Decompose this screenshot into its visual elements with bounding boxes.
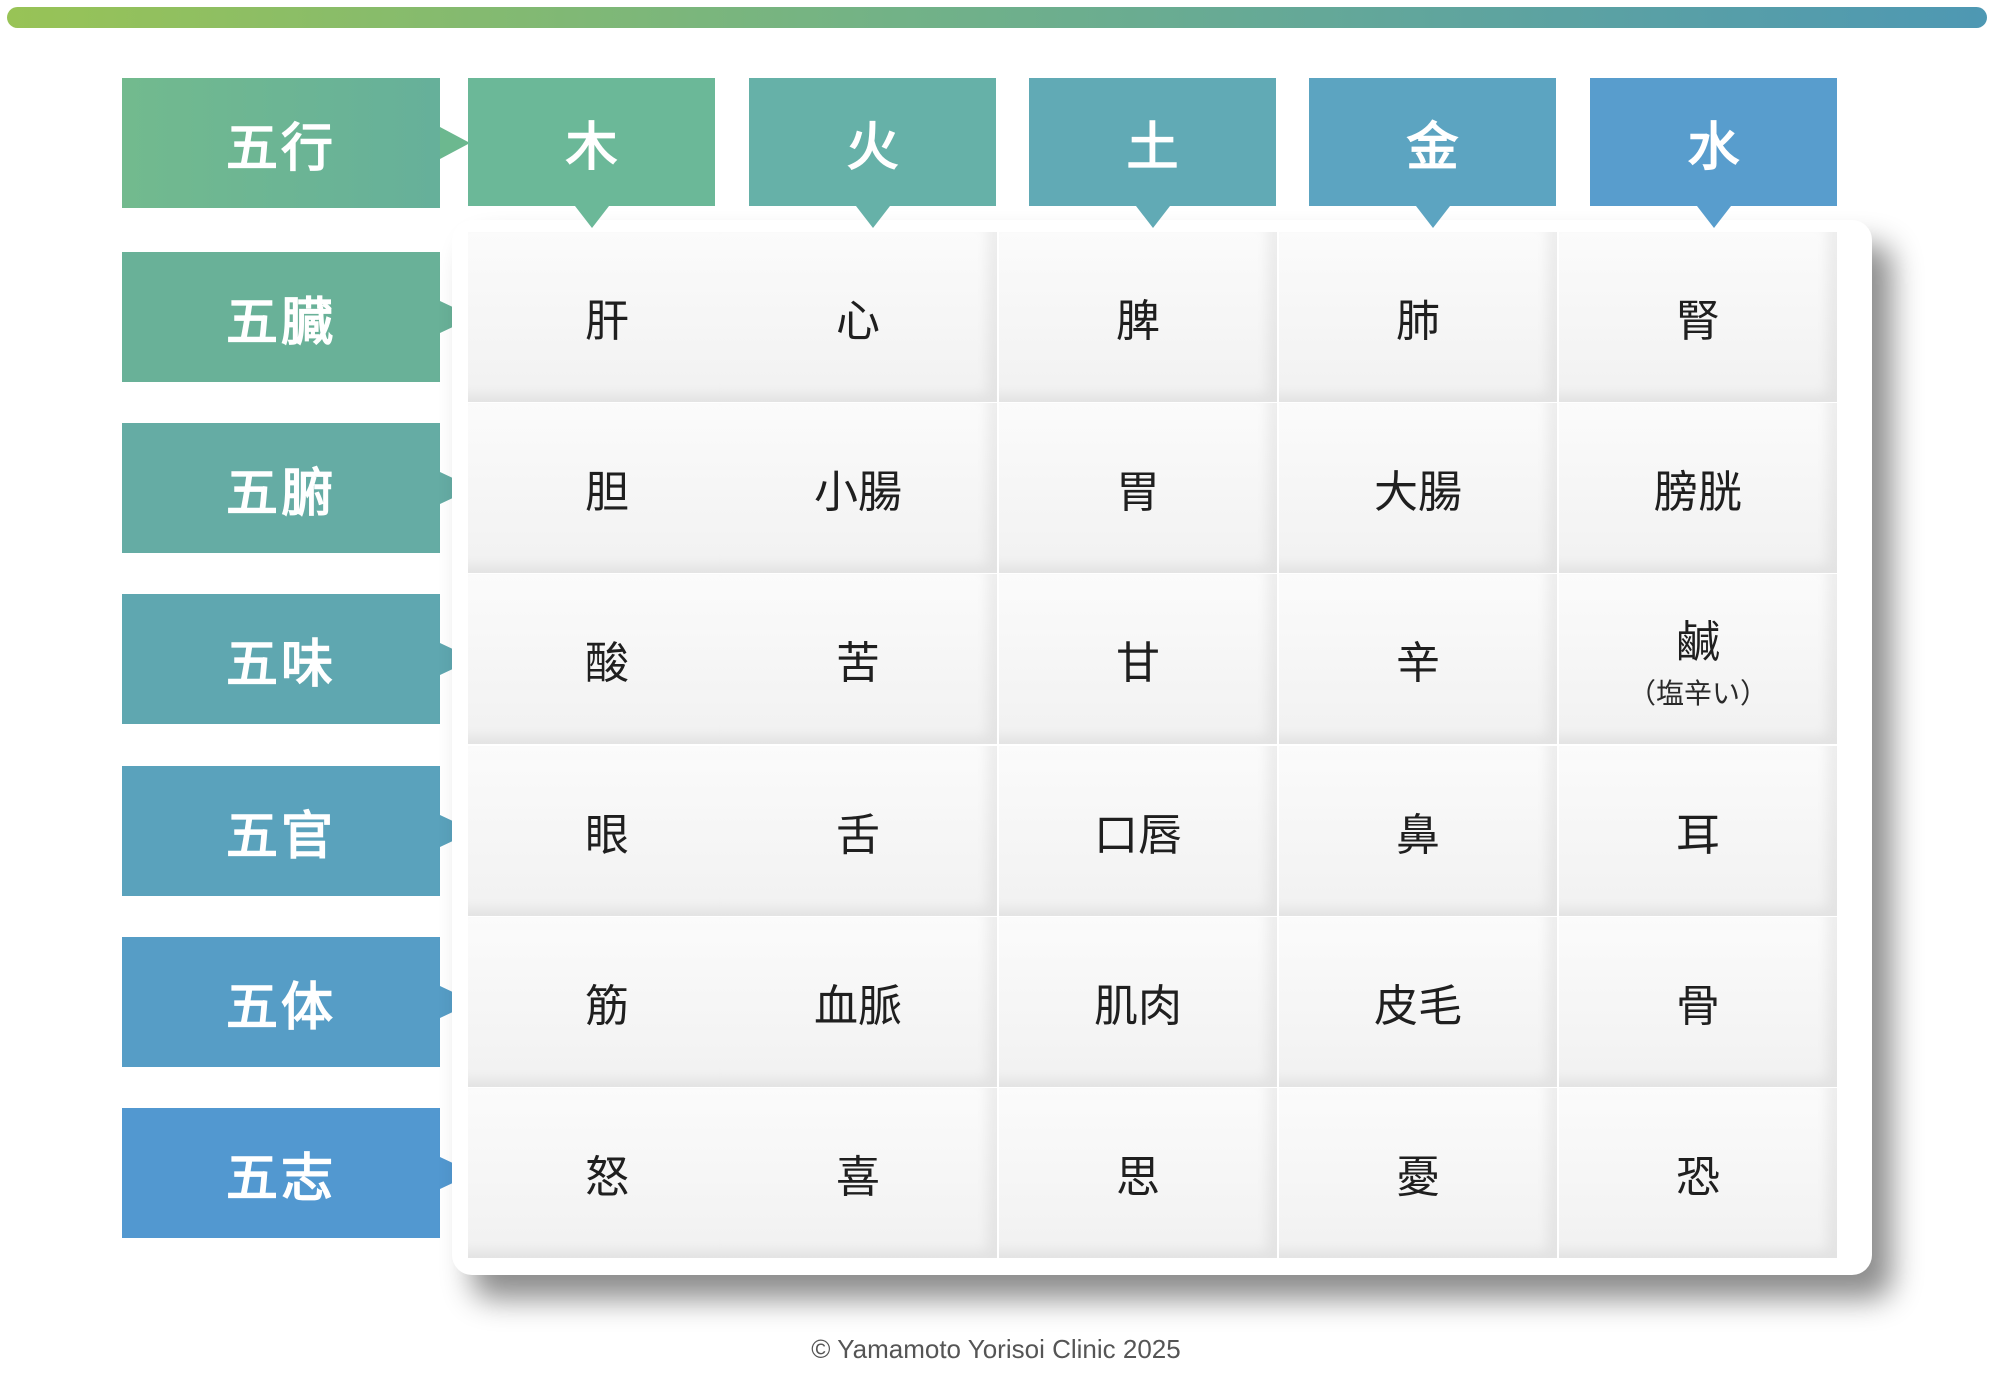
cell-main-text: 膀胱 <box>1654 467 1742 518</box>
cell-sense-organs-metal: 鼻 <box>1279 746 1557 916</box>
cell-main-text: 腎 <box>1676 296 1720 347</box>
cell-tastes-water: 鹹 （塩辛い） <box>1559 574 1837 744</box>
five-elements-diagram: 五行 木火土金水 五臓 肝 心 脾 肺 腎五腑 胆 小腸 胃 大腸 膀胱五味 酸 苦 甘 辛 鹹 （塩辛い） 五官… <box>0 0 1992 1384</box>
cell-emotions-fire: 喜 <box>719 1088 997 1258</box>
cell-body-tissues-earth: 肌肉 <box>999 917 1277 1087</box>
row-label-emotions: 五志 <box>122 1108 440 1238</box>
cell-main-text: 憂 <box>1396 1152 1440 1203</box>
cell-main-text: 肺 <box>1396 296 1440 347</box>
cell-sense-organs-fire: 舌 <box>719 746 997 916</box>
element-header-water: 水 <box>1590 78 1837 206</box>
cell-main-text: 大腸 <box>1374 467 1462 518</box>
cell-main-text: 辛 <box>1396 638 1440 689</box>
cell-sub-text: （塩辛い） <box>1627 677 1768 710</box>
cell-tastes-metal: 辛 <box>1279 574 1557 744</box>
cell-main-text: 怒 <box>585 1152 629 1203</box>
cell-main-text: 胃 <box>1116 467 1160 518</box>
element-header-metal: 金 <box>1309 78 1556 206</box>
cell-sense-organs-water: 耳 <box>1559 746 1837 916</box>
row-label-sense-organs: 五官 <box>122 766 440 896</box>
cell-tastes-wood: 酸 <box>468 574 746 744</box>
cell-main-text: 脾 <box>1116 296 1160 347</box>
element-header-wood: 木 <box>468 78 715 206</box>
cell-main-text: 骨 <box>1676 981 1720 1032</box>
cell-emotions-wood: 怒 <box>468 1088 746 1258</box>
cell-organs-wood: 肝 <box>468 232 746 402</box>
copyright-text: © Yamamoto Yorisoi Clinic 2025 <box>811 1334 1181 1364</box>
cell-main-text: 甘 <box>1116 638 1160 689</box>
cell-viscera-earth: 胃 <box>999 403 1277 573</box>
cell-organs-fire: 心 <box>719 232 997 402</box>
cell-main-text: 耳 <box>1676 810 1720 861</box>
cell-sense-organs-wood: 眼 <box>468 746 746 916</box>
cell-main-text: 鼻 <box>1396 810 1440 861</box>
cell-main-text: 酸 <box>585 638 629 689</box>
cell-main-text: 恐 <box>1676 1152 1720 1203</box>
cell-main-text: 思 <box>1116 1152 1160 1203</box>
cell-main-text: 筋 <box>585 981 629 1032</box>
top-gradient-bar <box>7 7 1987 28</box>
cell-main-text: 肌肉 <box>1094 981 1182 1032</box>
row-label-organs: 五臓 <box>122 252 440 382</box>
cell-body-tissues-wood: 筋 <box>468 917 746 1087</box>
cell-body-tissues-metal: 皮毛 <box>1279 917 1557 1087</box>
cell-viscera-water: 膀胱 <box>1559 403 1837 573</box>
cell-sense-organs-earth: 口唇 <box>999 746 1277 916</box>
cell-emotions-water: 恐 <box>1559 1088 1837 1258</box>
element-header-fire: 火 <box>749 78 996 206</box>
cell-main-text: 皮毛 <box>1374 981 1462 1032</box>
cell-organs-water: 腎 <box>1559 232 1837 402</box>
cell-main-text: 苦 <box>836 638 880 689</box>
cell-body-tissues-water: 骨 <box>1559 917 1837 1087</box>
cell-viscera-wood: 胆 <box>468 403 746 573</box>
cell-main-text: 喜 <box>836 1152 880 1203</box>
cell-body-tissues-fire: 血脈 <box>719 917 997 1087</box>
cell-main-text: 小腸 <box>814 467 902 518</box>
cell-main-text: 心 <box>836 296 880 347</box>
cell-main-text: 眼 <box>585 810 629 861</box>
cell-tastes-fire: 苦 <box>719 574 997 744</box>
cell-main-text: 血脈 <box>814 981 902 1032</box>
cell-main-text: 口唇 <box>1094 810 1182 861</box>
element-header-earth: 土 <box>1029 78 1276 206</box>
cell-viscera-metal: 大腸 <box>1279 403 1557 573</box>
cell-emotions-metal: 憂 <box>1279 1088 1557 1258</box>
corner-header-label: 五行 <box>122 78 440 208</box>
row-label-body-tissues: 五体 <box>122 937 440 1067</box>
cell-emotions-earth: 思 <box>999 1088 1277 1258</box>
cell-viscera-fire: 小腸 <box>719 403 997 573</box>
cell-main-text: 肝 <box>585 296 629 347</box>
row-label-tastes: 五味 <box>122 594 440 724</box>
cell-main-text: 胆 <box>585 467 629 518</box>
cell-tastes-earth: 甘 <box>999 574 1277 744</box>
cell-organs-metal: 肺 <box>1279 232 1557 402</box>
cell-organs-earth: 脾 <box>999 232 1277 402</box>
row-label-viscera: 五腑 <box>122 423 440 553</box>
cell-main-text: 舌 <box>836 810 880 861</box>
cell-main-text: 鹹 <box>1676 617 1720 668</box>
